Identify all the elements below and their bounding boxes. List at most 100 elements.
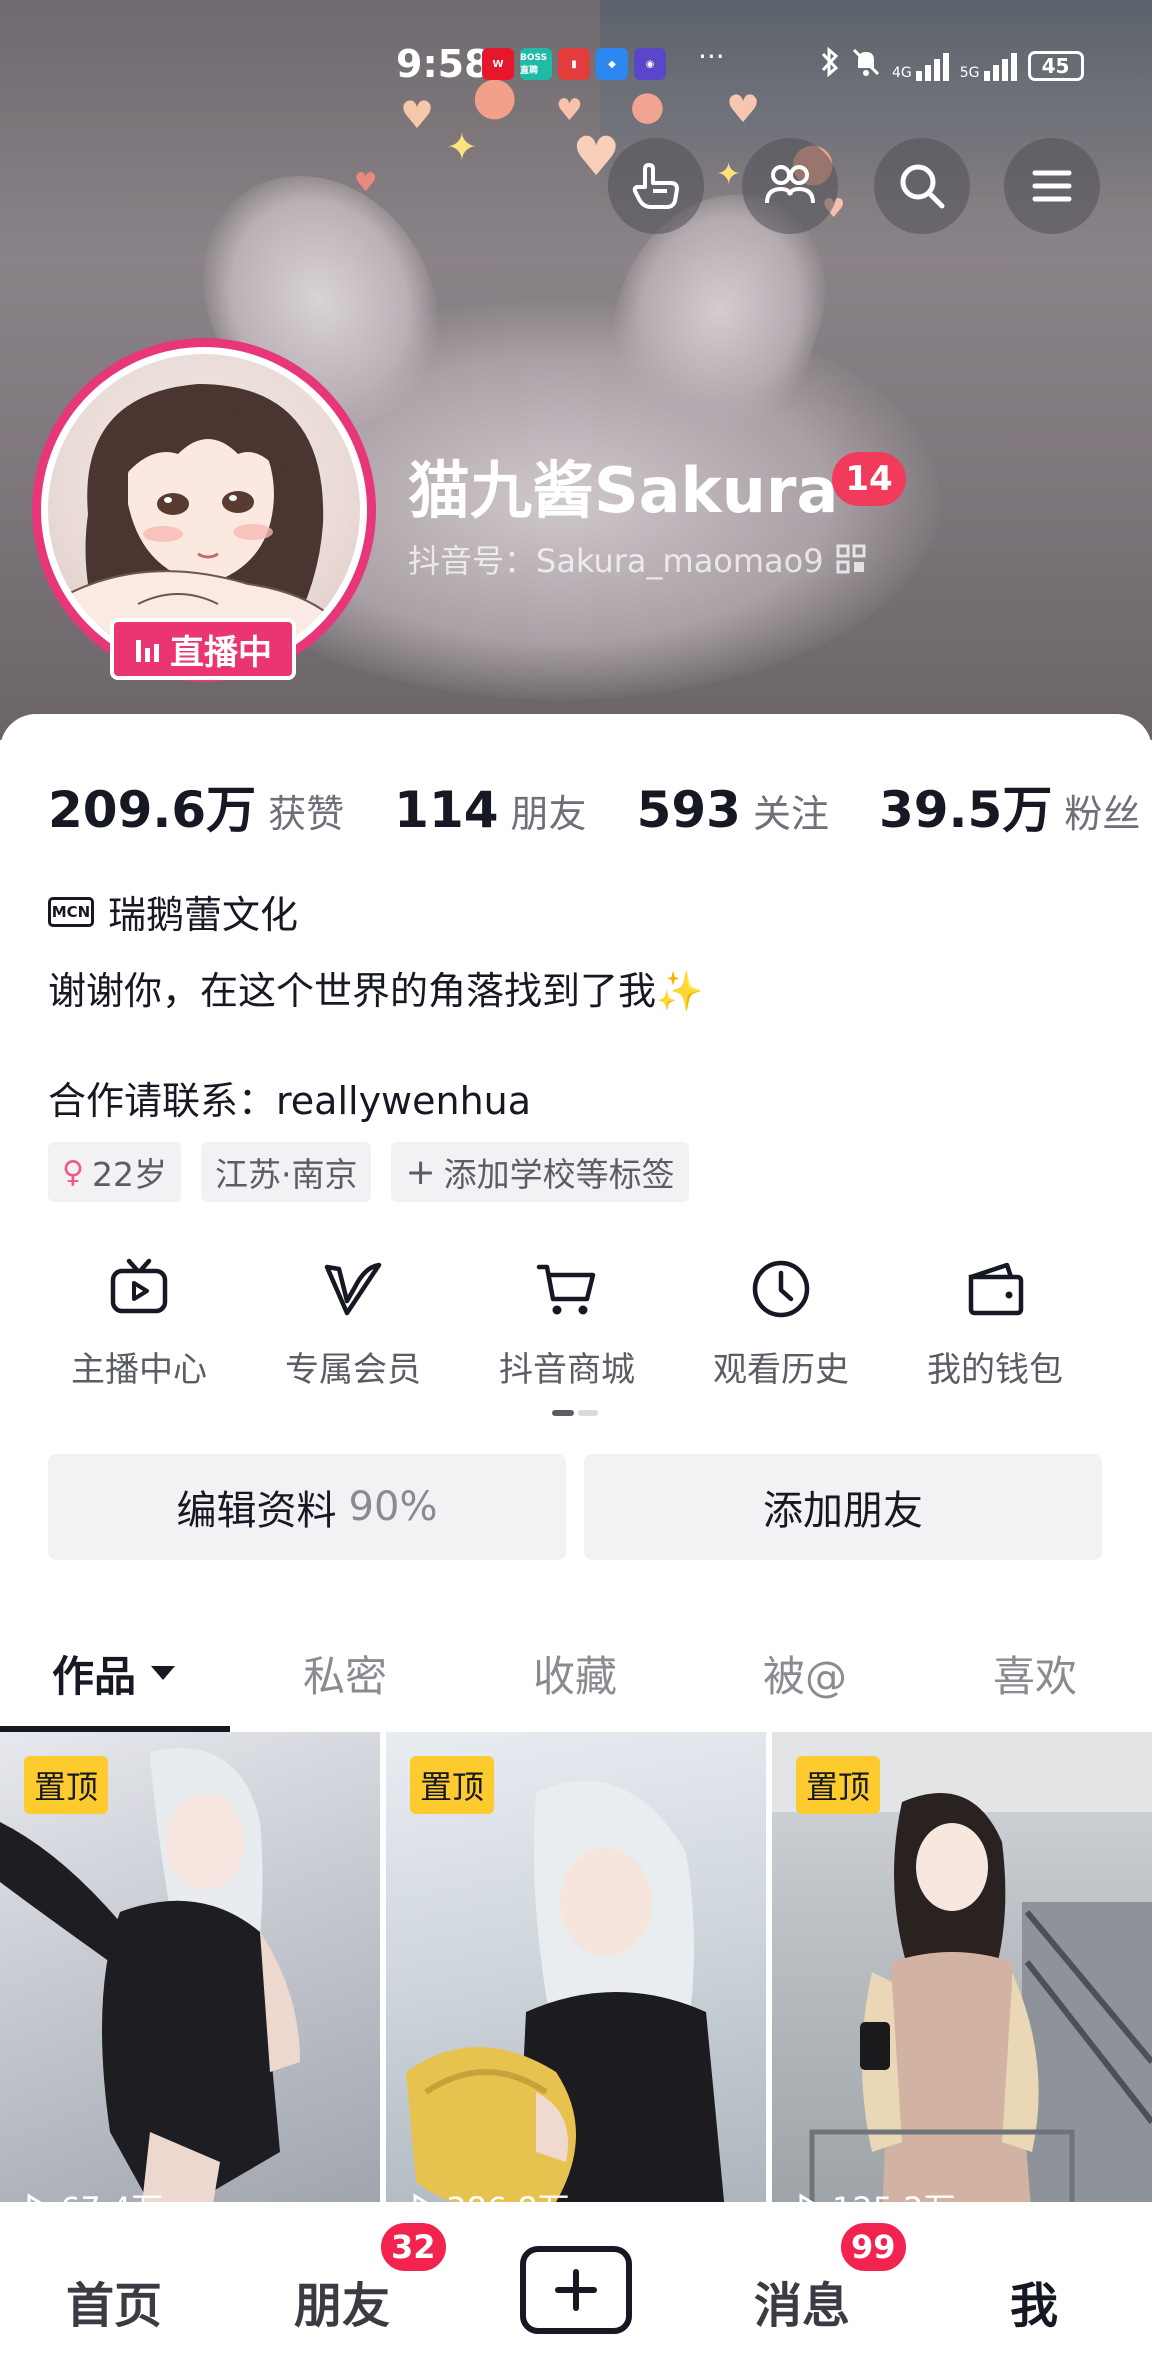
tab-label: 私密 [302, 1651, 387, 1701]
qr-code-icon[interactable] [836, 544, 866, 574]
create-button[interactable] [520, 2246, 632, 2334]
tab-favorites[interactable]: 收藏 [460, 1614, 690, 1732]
boss-icon: BOSS直聘 [520, 48, 552, 80]
add-friend-label: 添加朋友 [763, 1488, 923, 1534]
heart-icon: ♥ [556, 93, 583, 128]
nav-home[interactable]: 首页 [66, 2266, 162, 2336]
messages-badge: 99 [838, 2220, 909, 2274]
tab-label: 收藏 [532, 1651, 617, 1701]
add-friend-button[interactable]: 添加朋友 [584, 1454, 1102, 1560]
nav-friends[interactable]: 朋友 [294, 2266, 390, 2336]
quick-mall[interactable]: 抖音商城 [460, 1254, 674, 1391]
mcn-name: 瑞鹅蕾文化 [108, 893, 299, 937]
video-tile[interactable]: 置顶 386.8万 [386, 1732, 766, 2222]
heart-icon: ♥ [354, 168, 378, 198]
stat-value: 39.5万 [878, 781, 1053, 839]
level-badge[interactable]: 14 [832, 452, 906, 506]
sparkle-icon: ✦ [716, 157, 742, 192]
stat-likes[interactable]: 209.6万 获赞 [48, 770, 344, 842]
live-label: 直播中 [170, 632, 272, 673]
tag-age-label: 22岁 [91, 1155, 167, 1194]
plus-icon [555, 2269, 597, 2311]
profile-cover[interactable]: ♥ ● ♥ ● ♥ ✦ ♥ ✦ ● ♥ ♥ 9:58 W BOSS直聘 ▮ ◆ … [0, 0, 1152, 740]
quick-streamer-center[interactable]: 主播中心 [32, 1254, 246, 1391]
mcn-row[interactable]: MCN 瑞鹅蕾文化 [48, 884, 298, 939]
peach-icon: ● [630, 83, 665, 129]
tag-age[interactable]: ♀ 22岁 [48, 1142, 181, 1202]
tab-works[interactable]: 作品 [0, 1614, 230, 1732]
note-icon: ▮ [558, 48, 590, 80]
content-tabs: 作品 私密 收藏 被@ 喜欢 [0, 1614, 1152, 1732]
friends-badge: 32 [378, 2220, 449, 2274]
bluetooth-icon [820, 46, 840, 85]
quick-wallet[interactable]: 我的钱包 [888, 1254, 1102, 1391]
pinned-badge: 置顶 [24, 1756, 109, 1814]
nav-messages[interactable]: 消息 [754, 2266, 850, 2336]
quick-membership[interactable]: 专属会员 [246, 1254, 460, 1391]
tab-mentions[interactable]: 被@ [690, 1614, 920, 1732]
profile-card: 209.6万 获赞 114 朋友 593 关注 39.5万 粉丝 MCN 瑞鹅蕾… [0, 714, 1152, 2376]
menu-button[interactable] [1004, 138, 1100, 234]
profile-nickname: 猫九酱Sakura [408, 454, 839, 527]
mute-icon [850, 46, 882, 85]
video-tile[interactable]: 置顶 67.4万 [0, 1732, 380, 2222]
female-icon: ♀ [62, 1154, 84, 1190]
stat-followers[interactable]: 39.5万 粉丝 [879, 770, 1140, 842]
quick-label: 主播中心 [71, 1350, 207, 1390]
stat-following[interactable]: 593 关注 [637, 781, 829, 839]
sparkle-icon: ✦ [446, 125, 478, 169]
stat-label: 关注 [752, 792, 829, 836]
stat-friends[interactable]: 114 朋友 [394, 781, 586, 839]
douyin-id-text: 抖音号：Sakura_maomao9 [408, 542, 824, 580]
bio-text: 谢谢你，在这个世界的角落找到了我✨ [48, 969, 704, 1013]
edit-profile-percent: 90% [348, 1484, 438, 1530]
tab-label: 作品 [51, 1651, 136, 1701]
tag-add[interactable]: + 添加学校等标签 [391, 1142, 689, 1202]
signal-icon-2: 5G [960, 51, 1018, 81]
page-dot-active [552, 1410, 574, 1416]
camera-icon: ◉ [634, 48, 666, 80]
stat-label: 粉丝 [1064, 792, 1141, 836]
tag-location-label: 江苏·南京 [214, 1155, 358, 1194]
contact-text: 合作请联系：reallywenhua [48, 1079, 532, 1123]
tag-location[interactable]: 江苏·南京 [200, 1142, 372, 1202]
tab-likes[interactable]: 喜欢 [920, 1614, 1150, 1732]
page-dot [578, 1410, 598, 1416]
wallet-icon [960, 1254, 1030, 1324]
search-icon [900, 164, 945, 209]
search-button[interactable] [874, 138, 970, 234]
visitor-button[interactable] [608, 138, 704, 234]
status-indicators: 4G 5G 45 [820, 46, 1084, 85]
heart-icon: ♥ [400, 93, 435, 137]
status-time: 9:58 [396, 42, 491, 86]
quick-page-indicator [552, 1410, 598, 1416]
tab-label: 喜欢 [992, 1651, 1077, 1701]
tab-private[interactable]: 私密 [230, 1614, 460, 1732]
quick-label: 我的钱包 [927, 1350, 1063, 1390]
stat-label: 获赞 [268, 792, 345, 836]
quick-label: 专属会员 [285, 1350, 421, 1390]
status-app-icons: W BOSS直聘 ▮ ◆ ◉ [482, 48, 666, 80]
nav-me[interactable]: 我 [1010, 2266, 1058, 2336]
stat-label: 朋友 [510, 792, 587, 836]
weibo-icon: W [482, 48, 514, 80]
plus-icon: + [405, 1151, 436, 1193]
battery-icon: 45 [1027, 50, 1084, 81]
hand-pointer-icon [632, 163, 679, 209]
edit-profile-label: 编辑资料 [176, 1488, 337, 1534]
mcn-icon: MCN [48, 896, 94, 927]
live-badge[interactable]: 直播中 [110, 618, 296, 680]
profile-tags: ♀ 22岁 江苏·南京 + 添加学校等标签 [48, 1142, 689, 1202]
friends-button[interactable] [742, 138, 838, 234]
menu-icon [1032, 170, 1072, 202]
caret-down-icon[interactable] [148, 1663, 178, 1683]
status-more: ··· [698, 40, 725, 73]
v-member-icon [318, 1254, 388, 1324]
quick-history[interactable]: 观看历史 [674, 1254, 888, 1391]
tag-add-label: 添加学校等标签 [443, 1155, 675, 1194]
douyin-id[interactable]: 抖音号：Sakura_maomao9 [408, 536, 866, 582]
friends-icon [765, 165, 815, 204]
video-tile[interactable]: 置顶 125.2万 [772, 1732, 1152, 2222]
edit-profile-button[interactable]: 编辑资料 90% [48, 1454, 566, 1560]
stat-value: 593 [636, 781, 741, 839]
